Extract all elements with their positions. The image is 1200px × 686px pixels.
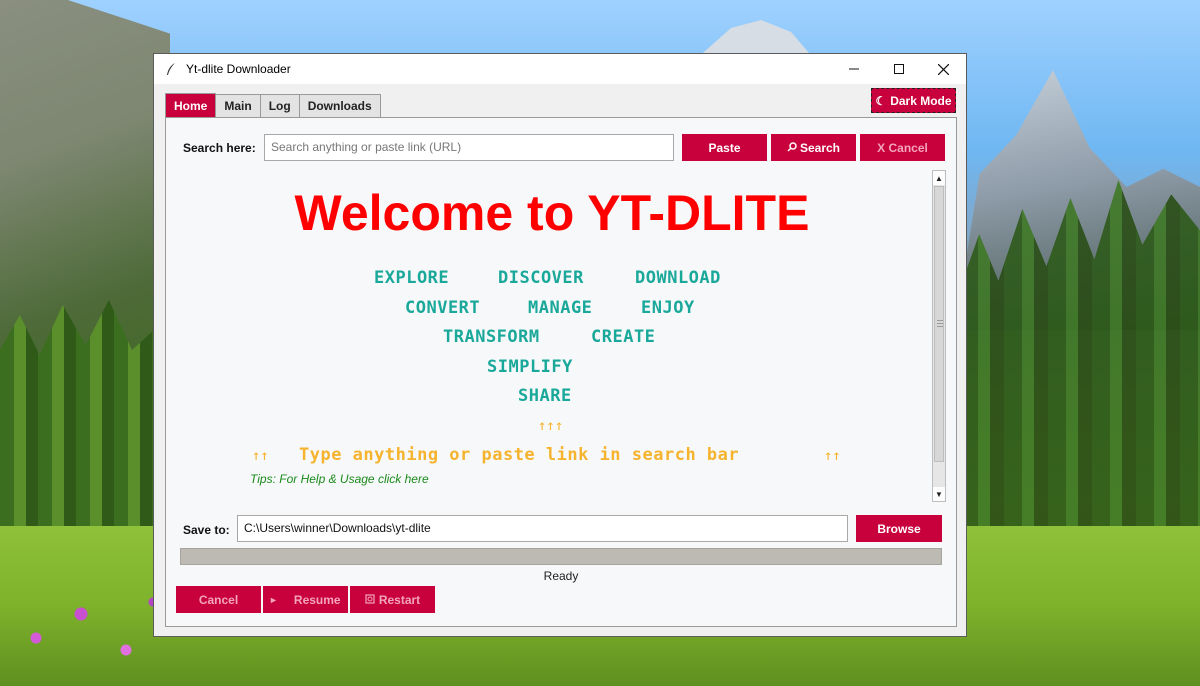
keyword-simplify: SIMPLIFY [487,357,573,377]
title-bar[interactable]: Yt-dlite Downloader [154,54,966,84]
keyword-discover: DISCOVER [498,268,584,288]
welcome-area: Welcome to YT-DLITE EXPLORE DISCOVER DOW… [172,170,947,502]
save-path-input[interactable]: C:\Users\winner\Downloads\yt-dlite [237,515,848,542]
dark-mode-label: Dark Mode [890,93,952,108]
keyword-manage: MANAGE [528,298,593,318]
resume-button[interactable]: ► Resume [263,586,348,613]
keyword-transform: TRANSFORM [443,327,540,347]
restart-icon [365,593,375,607]
resume-label: Resume [293,592,341,607]
scrollbar-thumb[interactable] [934,186,944,462]
paste-button[interactable]: Paste [682,134,767,161]
up-arrows: ↑↑↑ [538,418,564,434]
scroll-up-arrow-icon[interactable]: ▲ [933,171,945,185]
tab-home[interactable]: Home [165,93,217,118]
window-title: Yt-dlite Downloader [186,62,291,76]
maximize-button[interactable] [876,54,921,84]
download-progress-bar [180,548,942,565]
status-text: Ready [543,569,579,583]
search-button[interactable]: Search [771,134,856,161]
search-icon [787,141,797,155]
hint-right-arrows: ↑↑ [824,448,841,464]
search-hint: Type anything or paste link in search ba… [299,445,740,465]
restart-label: Restart [378,592,421,607]
home-panel: Search here: Search anything or paste li… [165,117,957,627]
keyword-download: DOWNLOAD [635,268,721,288]
keyword-enjoy: ENJOY [641,298,695,318]
keyword-share: SHARE [518,386,572,406]
feather-icon [162,60,180,78]
moon-icon: ☾ [875,93,887,108]
scrollbar-grip [937,320,943,328]
tab-downloads[interactable]: Downloads [298,94,381,117]
tab-bar: Home Main Log Downloads [165,93,381,118]
help-tips-link[interactable]: Tips: For Help & Usage click here [250,472,429,486]
hint-left-arrows: ↑↑ [252,448,269,464]
cancel-search-button[interactable]: X Cancel [860,134,945,161]
browse-button[interactable]: Browse [856,515,942,542]
play-icon: ► [269,594,278,605]
search-button-label: Search [799,140,841,155]
close-button[interactable] [921,54,966,84]
search-label: Search here: [183,141,256,155]
tab-log[interactable]: Log [259,94,300,117]
tab-main[interactable]: Main [215,94,261,117]
window-controls [831,54,966,84]
search-input[interactable]: Search anything or paste link (URL) [264,134,674,161]
keyword-explore: EXPLORE [374,268,450,288]
content-scrollbar[interactable]: ▲ ▼ [932,170,946,502]
save-to-label: Save to: [183,523,230,537]
minimize-button[interactable] [831,54,876,84]
welcome-title: Welcome to YT-DLITE [294,185,810,241]
app-window: Yt-dlite Downloader Home Main Log Downlo… [153,53,967,637]
dark-mode-button[interactable]: ☾ Dark Mode [871,88,956,113]
keyword-create: CREATE [591,327,656,347]
keyword-convert: CONVERT [405,298,481,318]
cancel-download-button[interactable]: Cancel [176,586,261,613]
restart-button[interactable]: Restart [350,586,435,613]
scroll-down-arrow-icon[interactable]: ▼ [933,487,945,501]
